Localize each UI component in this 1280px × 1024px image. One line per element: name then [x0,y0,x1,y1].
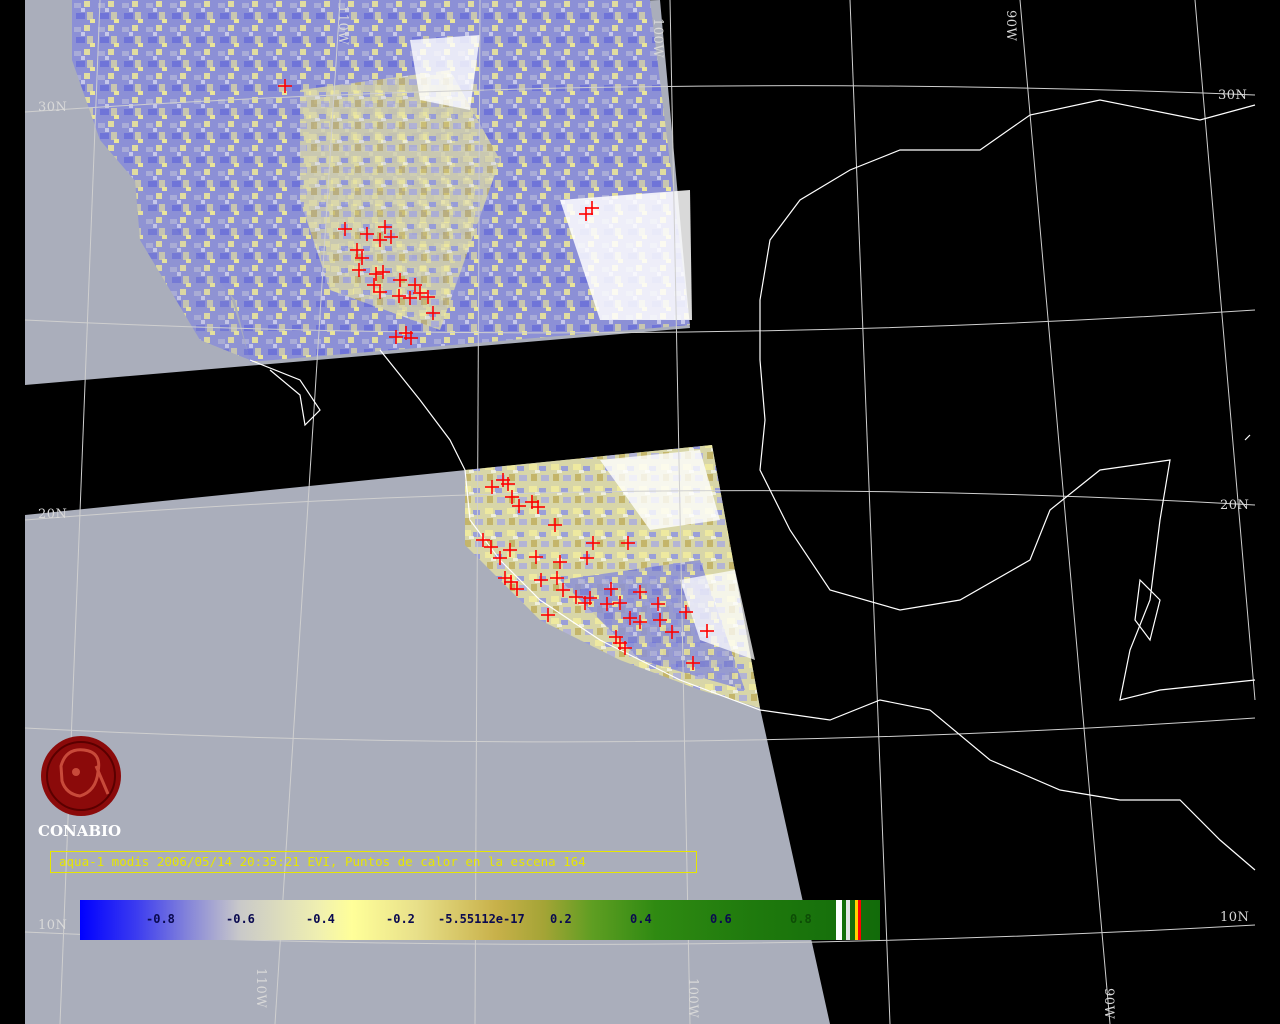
logo-name: CONABIO [38,822,122,840]
lat-label-30n-left: 30N [38,100,68,115]
lat-label-10n-right: 10N [1220,910,1250,925]
colorbar-tick: -0.2 [386,912,415,926]
colorbar-nodata-swatch [846,900,850,940]
colorbar-tick: -0.8 [146,912,175,926]
colorbar-tick: -0.4 [306,912,335,926]
lon-label-90w-top: 90W [1003,10,1018,42]
lon-label-110w-top: 110W [335,5,350,46]
colorbar-tick: 0.2 [550,912,572,926]
lon-label-110w-bottom: 110W [253,968,268,1009]
scene-caption: aqua-1 modis 2006/05/14 20:35:21 EVI, Pu… [59,854,586,869]
colorbar-tick: 0.4 [630,912,652,926]
colorbar-tick: -5.55112e-17 [438,912,525,926]
lat-label-30n-right: 30N [1218,88,1248,103]
colorbar-nodata-swatch [836,900,842,940]
lon-label-90w-bottom: 90W [1101,988,1116,1020]
lat-label-10n-left: 10N [38,918,68,933]
lon-label-100w-top: 100W [650,18,665,59]
lon-label-100w-bottom: 100W [685,978,700,1019]
colorbar-tick: -0.6 [226,912,255,926]
colorbar-hotspot-swatch [858,900,861,940]
lat-label-20n-right: 20N [1220,498,1250,513]
conabio-seal-icon [41,736,121,816]
caption-box: aqua-1 modis 2006/05/14 20:35:21 EVI, Pu… [50,851,697,873]
colorbar-tick: 0.6 [710,912,732,926]
evi-colorbar: -0.8 -0.6 -0.4 -0.2 -5.55112e-17 0.2 0.4… [80,900,880,940]
lat-label-20n-left: 20N [38,507,68,522]
conabio-logo [36,736,132,820]
colorbar-tick: 0.8 [790,912,812,926]
